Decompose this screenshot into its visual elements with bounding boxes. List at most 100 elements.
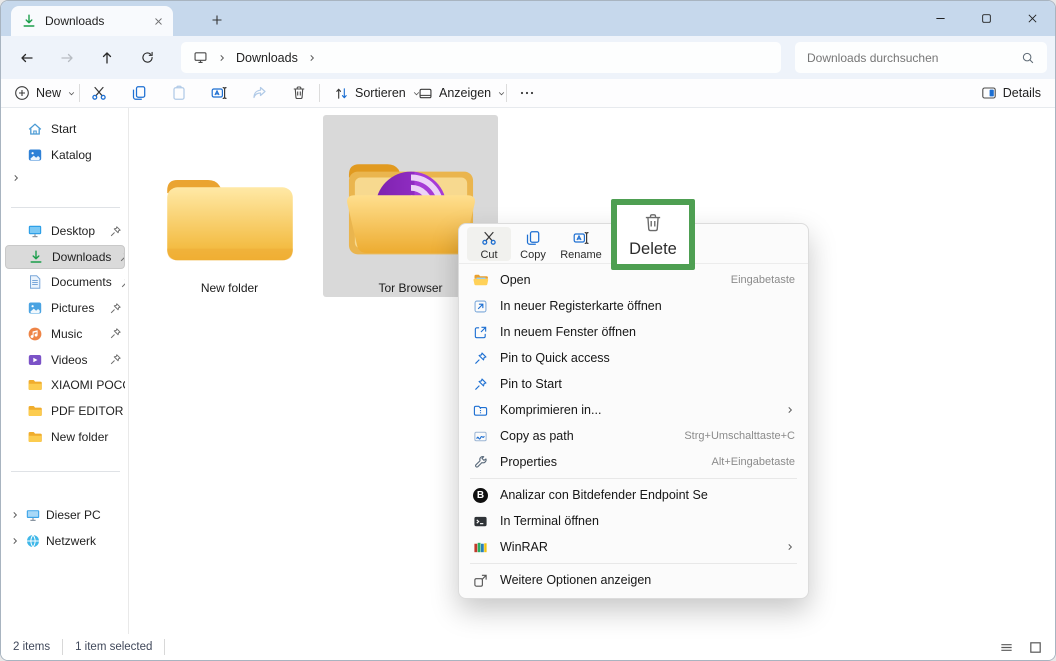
- download-icon: [28, 249, 44, 265]
- tab-downloads[interactable]: Downloads: [11, 6, 173, 36]
- context-menu-item-analizar-con-bitdefender-endpoint-se[interactable]: B Analizar con Bitdefender Endpoint Se: [459, 482, 808, 508]
- context-menu-item-weitere-optionen-anzeigen[interactable]: Weitere Optionen anzeigen: [459, 567, 808, 593]
- rename-icon: [573, 230, 589, 246]
- context-command-rename[interactable]: Rename: [555, 227, 607, 261]
- sidebar-item-desktop[interactable]: Desktop: [5, 219, 125, 243]
- context-menu-item-pin-to-quick-access[interactable]: Pin to Quick access: [459, 345, 808, 371]
- winrar-icon: [472, 540, 489, 555]
- forward-icon: [59, 50, 75, 66]
- menu-item-label: Open: [500, 273, 531, 287]
- details-pane-button[interactable]: Details: [981, 79, 1041, 107]
- sidebar-item-new-folder[interactable]: New folder: [5, 425, 125, 449]
- context-menu-items: Open Eingabetaste In neuer Registerkarte …: [459, 264, 808, 593]
- sidebar-item-videos[interactable]: Videos: [5, 348, 125, 372]
- file-name: Tor Browser: [378, 281, 443, 295]
- minimize-icon: [935, 13, 946, 24]
- view-button[interactable]: Anzeigen: [418, 79, 506, 107]
- breadcrumb[interactable]: Downloads: [236, 51, 298, 65]
- context-menu-item-copy-as-path[interactable]: Copy as path Strg+Umschalttaste+C: [459, 423, 808, 449]
- sidebar-item-netzwerk[interactable]: Netzwerk: [5, 529, 125, 553]
- context-menu-item-in-neuer-registerkarte-ffnen[interactable]: In neuer Registerkarte öffnen: [459, 293, 808, 319]
- bitdefender-icon: B: [472, 487, 489, 503]
- cut-button[interactable]: [85, 80, 113, 106]
- back-button[interactable]: [11, 42, 43, 73]
- tab-close-icon[interactable]: [154, 17, 163, 26]
- back-icon: [19, 50, 35, 66]
- sidebar-item-katalog[interactable]: Katalog: [5, 143, 125, 167]
- menu-item-label: In Terminal öffnen: [500, 514, 599, 528]
- sidebar-item-label: Netzwerk: [46, 534, 97, 548]
- more-options-button[interactable]: [519, 79, 535, 107]
- rename-button[interactable]: [205, 80, 233, 106]
- copy-icon: [131, 85, 147, 101]
- context-menu-item-winrar[interactable]: WinRAR: [459, 534, 808, 560]
- sidebar-item-downloads[interactable]: Downloads: [5, 244, 125, 269]
- submenu-chevron-icon: [785, 405, 795, 415]
- folder-large-icon: [157, 123, 303, 275]
- expand-chevron-icon[interactable]: [10, 510, 20, 520]
- context-menu-item-komprimieren-in[interactable]: Komprimieren in...: [459, 397, 808, 423]
- copy-button[interactable]: [125, 80, 153, 106]
- window-controls: [917, 1, 1055, 35]
- context-menu-item-pin-to-start[interactable]: Pin to Start: [459, 371, 808, 397]
- delete-button[interactable]: [285, 80, 313, 106]
- new-tab-button[interactable]: [205, 10, 229, 30]
- menu-item-label: Analizar con Bitdefender Endpoint Se: [500, 488, 708, 502]
- maximize-icon: [981, 13, 992, 24]
- music-icon: [27, 326, 43, 342]
- context-menu-item-in-terminal-ffnen[interactable]: In Terminal öffnen: [459, 508, 808, 534]
- paste-button[interactable]: [165, 80, 193, 106]
- chevron-down-icon: [497, 89, 506, 98]
- title-bar: Downloads: [1, 1, 1055, 36]
- refresh-icon: [140, 50, 155, 65]
- sort-button[interactable]: Sortieren: [334, 79, 421, 107]
- maximize-button[interactable]: [963, 1, 1009, 35]
- search-icon[interactable]: [1021, 51, 1035, 65]
- menu-item-label: WinRAR: [500, 540, 548, 554]
- sidebar-item-label: New folder: [51, 429, 109, 444]
- context-command-delete[interactable]: Delete: [611, 199, 695, 270]
- sidebar-item-pdf-editor[interactable]: PDF EDITOR: [5, 399, 125, 423]
- forward-button[interactable]: [51, 42, 83, 73]
- pin-icon: [109, 302, 122, 315]
- pin-icon: [120, 276, 125, 289]
- expand-chevron-icon[interactable]: [9, 171, 23, 185]
- list-view-button[interactable]: [999, 640, 1014, 655]
- icon-view-button[interactable]: [1028, 640, 1043, 655]
- sort-icon: [334, 86, 349, 101]
- sidebar-item-label: Start: [51, 122, 77, 136]
- context-menu-item-open[interactable]: Open Eingabetaste: [459, 267, 808, 293]
- chevron-right-icon[interactable]: [307, 53, 317, 63]
- context-command-copy[interactable]: Copy: [511, 227, 555, 261]
- new-button[interactable]: New: [14, 79, 76, 107]
- menu-item-label: In neuem Fenster öffnen: [500, 325, 636, 339]
- menu-item-shortcut: Eingabetaste: [730, 274, 795, 286]
- menu-item-shortcut: Alt+Eingabetaste: [711, 456, 795, 468]
- context-menu-item-properties[interactable]: Properties Alt+Eingabetaste: [459, 449, 808, 475]
- expand-chevron-icon[interactable]: [10, 536, 20, 546]
- sidebar-item-xiaomi-poco-f[interactable]: XIAOMI POCO F: [5, 373, 125, 397]
- close-button[interactable]: [1009, 1, 1055, 35]
- command-label: Cut: [480, 249, 498, 261]
- sidebar-item-dieser-pc[interactable]: Dieser PC: [5, 503, 125, 527]
- menu-divider: [470, 563, 797, 564]
- new-tab-icon: [472, 299, 489, 314]
- share-button[interactable]: [245, 80, 273, 106]
- refresh-button[interactable]: [131, 42, 163, 73]
- search-input[interactable]: Downloads durchsuchen: [795, 42, 1047, 73]
- scissors-icon: [91, 85, 107, 101]
- address-bar[interactable]: Downloads: [181, 42, 781, 73]
- sidebar-item-pictures[interactable]: Pictures: [5, 296, 125, 320]
- up-button[interactable]: [91, 42, 123, 73]
- home-icon: [27, 121, 43, 137]
- pin-icon: [109, 327, 122, 340]
- sidebar-item-documents[interactable]: Documents: [5, 270, 125, 294]
- menu-item-label: Properties: [500, 455, 557, 469]
- file-tile-new-folder[interactable]: New folder: [142, 115, 317, 297]
- sidebar-item-start[interactable]: Start: [5, 117, 125, 141]
- context-command-cut[interactable]: Cut: [467, 227, 511, 261]
- minimize-button[interactable]: [917, 1, 963, 35]
- sidebar-item-music[interactable]: Music: [5, 322, 125, 346]
- file-explorer-window: Downloads Downloads Downloads durchsuche…: [0, 0, 1056, 661]
- context-menu-item-in-neuem-fenster-ffnen[interactable]: In neuem Fenster öffnen: [459, 319, 808, 345]
